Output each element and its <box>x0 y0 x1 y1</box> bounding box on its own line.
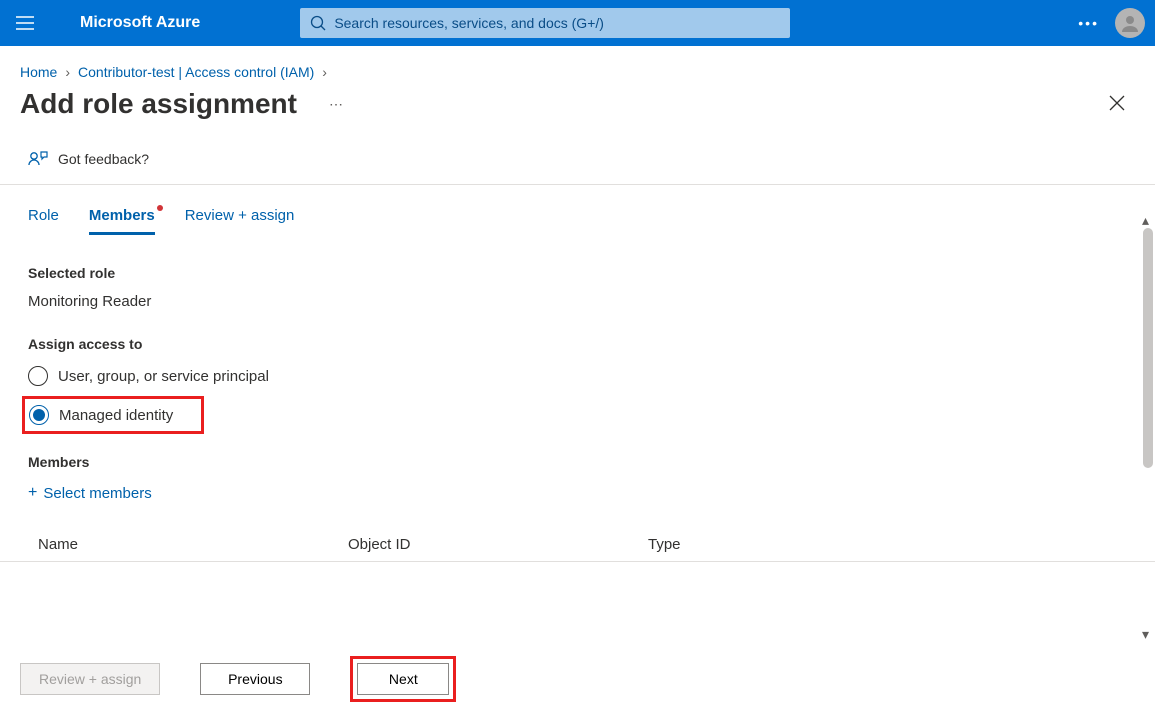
avatar[interactable] <box>1115 8 1145 38</box>
search-icon <box>310 15 326 31</box>
search-input[interactable]: Search resources, services, and docs (G+… <box>300 8 790 38</box>
selected-role-label: Selected role <box>28 265 1135 281</box>
chevron-right-icon: › <box>322 64 327 80</box>
radio-label: Managed identity <box>59 407 173 424</box>
breadcrumb: Home › Contributor-test | Access control… <box>0 46 1155 84</box>
search-placeholder: Search resources, services, and docs (G+… <box>334 15 604 31</box>
next-button[interactable]: Next <box>357 663 449 695</box>
previous-button[interactable]: Previous <box>200 663 310 695</box>
feedback-icon <box>28 150 48 168</box>
members-label: Members <box>28 454 1135 470</box>
column-name: Name <box>38 536 348 553</box>
review-assign-button: Review + assign <box>20 663 160 695</box>
close-icon[interactable] <box>1109 95 1125 114</box>
top-header: Microsoft Azure Search resources, servic… <box>0 0 1155 46</box>
hamburger-menu-icon[interactable] <box>10 8 40 38</box>
feedback-link[interactable]: Got feedback? <box>0 150 1155 185</box>
select-members-label: Select members <box>43 485 151 502</box>
members-table-header: Name Object ID Type <box>0 502 1155 562</box>
selected-role-value: Monitoring Reader <box>28 293 1135 310</box>
highlight-next: Next <box>350 656 456 702</box>
scroll-down-arrow-icon[interactable]: ▾ <box>1142 626 1154 638</box>
page-title: Add role assignment <box>20 88 297 120</box>
notification-dot-icon <box>157 205 163 211</box>
column-type: Type <box>648 536 1135 553</box>
title-more-icon[interactable]: ⋯ <box>329 96 343 113</box>
tab-members-label: Members <box>89 207 155 224</box>
scroll-up-arrow-icon[interactable]: ▴ <box>1142 212 1154 224</box>
title-row: Add role assignment ⋯ <box>0 84 1155 150</box>
highlight-managed-identity: Managed identity <box>22 396 204 434</box>
breadcrumb-item-iam[interactable]: Contributor-test | Access control (IAM) <box>78 64 314 80</box>
tab-members[interactable]: Members <box>89 207 155 235</box>
select-members-link[interactable]: + Select members <box>28 484 152 502</box>
scrollbar-thumb[interactable] <box>1143 228 1153 468</box>
more-icon[interactable]: ••• <box>1078 15 1099 31</box>
radio-label: User, group, or service principal <box>58 368 269 385</box>
radio-icon <box>28 366 48 386</box>
chevron-right-icon: › <box>65 64 70 80</box>
brand-label: Microsoft Azure <box>80 14 200 32</box>
breadcrumb-item-home[interactable]: Home <box>20 64 57 80</box>
content-area: Selected role Monitoring Reader Assign a… <box>0 235 1155 502</box>
radio-managed-identity[interactable]: Managed identity <box>29 403 173 427</box>
radio-user-group-sp[interactable]: User, group, or service principal <box>28 364 1135 388</box>
wizard-footer: Review + assign Previous Next <box>0 656 1155 702</box>
tab-review-assign[interactable]: Review + assign <box>185 207 295 235</box>
user-icon <box>1119 12 1141 34</box>
radio-selected-icon <box>29 405 49 425</box>
feedback-label: Got feedback? <box>58 151 149 167</box>
tab-role[interactable]: Role <box>28 207 59 235</box>
tabs: Role Members Review + assign <box>0 185 1155 235</box>
plus-icon: + <box>28 484 37 502</box>
assign-access-label: Assign access to <box>28 336 1135 352</box>
column-object-id: Object ID <box>348 536 648 553</box>
